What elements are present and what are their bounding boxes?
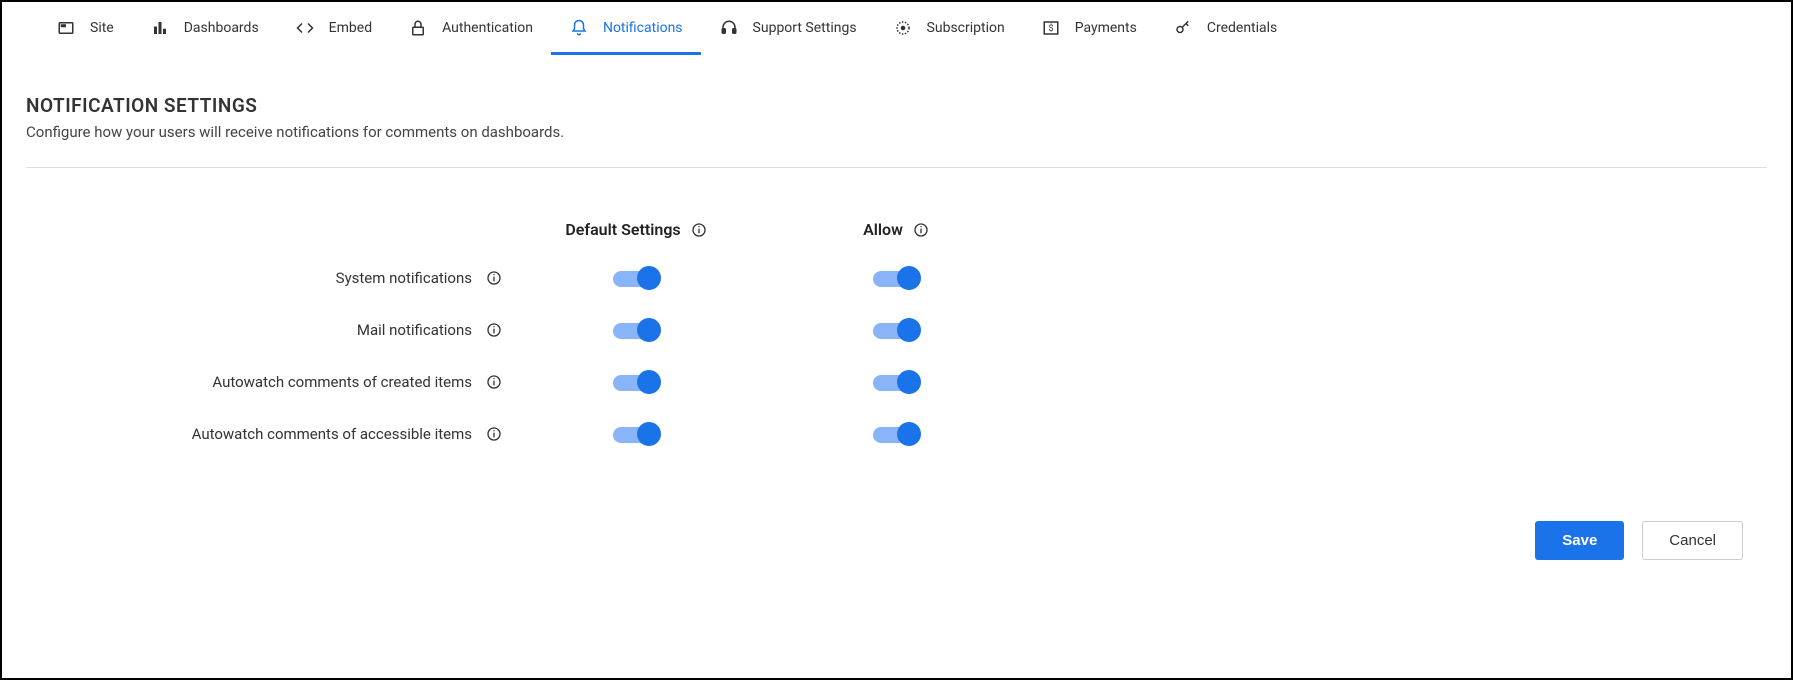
toggle-cell bbox=[766, 369, 1026, 395]
tab-dashboards[interactable]: Dashboards bbox=[132, 2, 277, 54]
toggle-cell bbox=[766, 317, 1026, 343]
toggle-allow-autowatch-created[interactable] bbox=[871, 369, 921, 395]
row-label-text: Autowatch comments of created items bbox=[212, 373, 472, 391]
tab-label: Dashboards bbox=[184, 20, 259, 36]
info-icon[interactable] bbox=[486, 270, 502, 286]
save-button[interactable]: Save bbox=[1535, 521, 1624, 560]
tab-label: Support Settings bbox=[753, 20, 857, 36]
tab-subscription[interactable]: Subscription bbox=[875, 2, 1023, 54]
support-icon bbox=[719, 18, 739, 38]
top-tabs: Site Dashboards Embed Authentication Not… bbox=[2, 2, 1791, 54]
settings-panel: Default Settings Allow System notificati… bbox=[26, 192, 1767, 497]
info-icon[interactable] bbox=[691, 222, 707, 238]
cancel-button[interactable]: Cancel bbox=[1642, 521, 1743, 560]
toggle-cell bbox=[766, 421, 1026, 447]
toggle-default-autowatch-created[interactable] bbox=[611, 369, 661, 395]
tab-label: Subscription bbox=[927, 20, 1005, 36]
row-label-autowatch-created: Autowatch comments of created items bbox=[66, 373, 506, 391]
tab-embed[interactable]: Embed bbox=[277, 2, 390, 54]
toggle-default-system-notifications[interactable] bbox=[611, 265, 661, 291]
row-label-mail-notifications: Mail notifications bbox=[66, 321, 506, 339]
info-icon[interactable] bbox=[913, 222, 929, 238]
svg-text:$: $ bbox=[1048, 23, 1053, 34]
tab-site[interactable]: Site bbox=[38, 2, 132, 54]
toggle-default-mail-notifications[interactable] bbox=[611, 317, 661, 343]
tab-authentication[interactable]: Authentication bbox=[390, 2, 551, 54]
info-icon[interactable] bbox=[486, 374, 502, 390]
content-area: NOTIFICATION SETTINGS Configure how your… bbox=[2, 54, 1791, 580]
tab-label: Authentication bbox=[442, 20, 533, 36]
column-header-label: Default Settings bbox=[565, 220, 680, 239]
toggle-allow-autowatch-accessible[interactable] bbox=[871, 421, 921, 447]
row-label-autowatch-accessible: Autowatch comments of accessible items bbox=[66, 425, 506, 443]
tab-label: Payments bbox=[1075, 20, 1137, 36]
notifications-icon bbox=[569, 18, 589, 38]
dashboards-icon bbox=[150, 18, 170, 38]
info-icon[interactable] bbox=[486, 426, 502, 442]
site-icon bbox=[56, 18, 76, 38]
toggle-cell bbox=[766, 265, 1026, 291]
embed-icon bbox=[295, 18, 315, 38]
tab-label: Embed bbox=[329, 20, 372, 36]
tab-label: Credentials bbox=[1207, 20, 1277, 36]
authentication-icon bbox=[408, 18, 428, 38]
column-header-allow: Allow bbox=[766, 220, 1026, 239]
row-label-text: System notifications bbox=[336, 269, 472, 287]
toggle-cell bbox=[506, 265, 766, 291]
toggle-cell bbox=[506, 369, 766, 395]
tab-notifications[interactable]: Notifications bbox=[551, 2, 701, 54]
tab-credentials[interactable]: Credentials bbox=[1155, 2, 1295, 54]
divider bbox=[26, 167, 1767, 168]
section-title: NOTIFICATION SETTINGS bbox=[26, 94, 1767, 117]
row-label-text: Autowatch comments of accessible items bbox=[192, 425, 472, 443]
settings-grid: Default Settings Allow System notificati… bbox=[66, 220, 1727, 447]
column-header-label: Allow bbox=[863, 220, 903, 239]
row-label-text: Mail notifications bbox=[357, 321, 472, 339]
toggle-cell bbox=[506, 317, 766, 343]
toggle-default-autowatch-accessible[interactable] bbox=[611, 421, 661, 447]
tab-payments[interactable]: $ Payments bbox=[1023, 2, 1155, 54]
tab-label: Notifications bbox=[603, 20, 683, 36]
row-label-system-notifications: System notifications bbox=[66, 269, 506, 287]
tab-support-settings[interactable]: Support Settings bbox=[701, 2, 875, 54]
tab-label: Site bbox=[90, 20, 114, 36]
footer-buttons: Save Cancel bbox=[26, 497, 1767, 560]
toggle-cell bbox=[506, 421, 766, 447]
subscription-icon bbox=[893, 18, 913, 38]
toggle-allow-system-notifications[interactable] bbox=[871, 265, 921, 291]
payments-icon: $ bbox=[1041, 18, 1061, 38]
toggle-allow-mail-notifications[interactable] bbox=[871, 317, 921, 343]
info-icon[interactable] bbox=[486, 322, 502, 338]
credentials-icon bbox=[1173, 18, 1193, 38]
section-subtitle: Configure how your users will receive no… bbox=[26, 123, 1767, 141]
column-header-default: Default Settings bbox=[506, 220, 766, 239]
